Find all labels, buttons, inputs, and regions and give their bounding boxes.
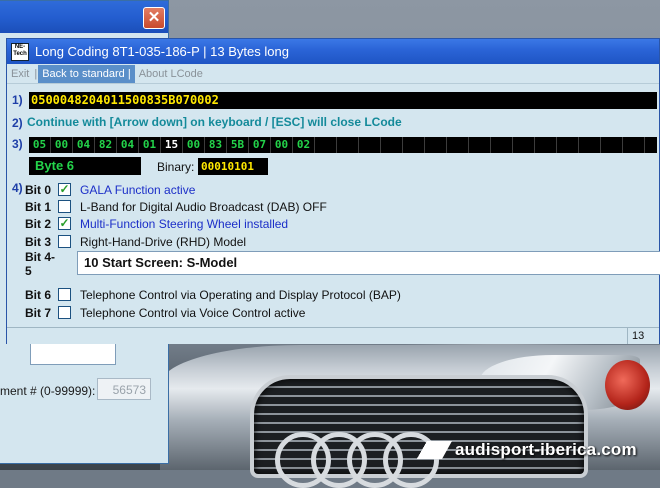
- bit-0-checkbox[interactable]: ✓: [58, 183, 71, 196]
- byte-cell[interactable]: 00: [271, 137, 293, 153]
- status-byte-count: 13: [627, 328, 659, 344]
- byte-cell-empty: [513, 137, 535, 153]
- car-light: [605, 360, 650, 410]
- bit-label: Bit 3: [25, 234, 52, 249]
- byte-cell-empty: [315, 137, 337, 153]
- step-4-label: 4): [12, 181, 23, 195]
- byte-cell[interactable]: 83: [205, 137, 227, 153]
- byte-cell[interactable]: 15: [161, 137, 183, 153]
- background-input-field[interactable]: [30, 343, 116, 365]
- bit-6-checkbox[interactable]: [58, 288, 71, 301]
- byte-cell-empty: [601, 137, 623, 153]
- byte-cell-empty: [579, 137, 601, 153]
- byte-cell-empty: [557, 137, 579, 153]
- byte-cell-empty: [359, 137, 381, 153]
- bit-3-description: Right-Hand-Drive (RHD) Model: [80, 234, 247, 249]
- menu-back-to-standard-label: Back to standard: [42, 68, 125, 80]
- byte-cell-empty: [425, 137, 447, 153]
- step-1-label: 1): [12, 93, 23, 107]
- bit-label: Bit 0: [25, 182, 52, 197]
- bit-label: Bit 4-5: [25, 249, 55, 278]
- menu-separator: |: [127, 68, 131, 80]
- byte-cell[interactable]: 5B: [227, 137, 249, 153]
- instruction-text: Continue with [Arrow down] on keyboard /…: [27, 115, 402, 129]
- byte-cell[interactable]: 05: [29, 137, 51, 153]
- bit-0-description: GALA Function active: [80, 182, 196, 197]
- byte-cell[interactable]: 07: [249, 137, 271, 153]
- menu-bar: Exit | Back to standard | About LCode: [7, 65, 659, 84]
- byte-selector-row: 05 00 04 82 04 01 15 00 83 5B 07 00 02: [29, 137, 657, 153]
- byte-cell-empty: [623, 137, 645, 153]
- watermark-logo-icon: [412, 441, 452, 459]
- bit-label: Bit 2: [25, 216, 52, 231]
- status-bar: 13: [7, 327, 659, 344]
- binary-label: Binary:: [157, 160, 195, 174]
- byte-cell[interactable]: 82: [95, 137, 117, 153]
- byte-cell[interactable]: 00: [51, 137, 73, 153]
- bit-label: Bit 7: [25, 305, 52, 320]
- watermark: audisport-iberica.com: [412, 436, 660, 464]
- segment-number-input[interactable]: 56573: [97, 378, 151, 400]
- bit-1-checkbox[interactable]: [58, 200, 71, 213]
- bit-3-checkbox[interactable]: [58, 235, 71, 248]
- bit-4-5-select[interactable]: 10 Start Screen: S-Model: [77, 251, 660, 275]
- close-icon[interactable]: ✕: [143, 7, 165, 29]
- bit-7-description: Telephone Control via Voice Control acti…: [80, 305, 306, 320]
- byte-cell-empty: [337, 137, 359, 153]
- byte-cell-empty: [381, 137, 403, 153]
- byte-cell[interactable]: 04: [73, 137, 95, 153]
- coding-string-field[interactable]: 0500048204011500835B070002: [29, 92, 657, 109]
- bit-2-description: Multi-Function Steering Wheel installed: [80, 216, 289, 231]
- menu-about-lcode[interactable]: About LCode: [135, 65, 207, 83]
- window-titlebar[interactable]: NE-Tech Long Coding 8T1-035-186-P | 13 B…: [7, 39, 659, 64]
- menu-back-to-standard[interactable]: Back to standard |: [38, 65, 135, 83]
- bit-2-checkbox[interactable]: ✓: [58, 217, 71, 230]
- binary-value: 00010101: [198, 158, 268, 175]
- byte-cell-empty: [491, 137, 513, 153]
- byte-cell-empty: [403, 137, 425, 153]
- watermark-text: audisport-iberica.com: [455, 440, 637, 459]
- byte-cell-empty: [447, 137, 469, 153]
- bit-6-description: Telephone Control via Operating and Disp…: [80, 287, 401, 302]
- bit-label: Bit 6: [25, 287, 52, 302]
- window-title: Long Coding 8T1-035-186-P | 13 Bytes lon…: [35, 44, 289, 59]
- step-3-label: 3): [12, 137, 23, 151]
- step-2-label: 2): [12, 116, 23, 130]
- byte-cell[interactable]: 04: [117, 137, 139, 153]
- bit-1-description: L-Band for Digital Audio Broadcast (DAB)…: [80, 199, 327, 214]
- app-logo-icon: NE-Tech: [11, 42, 29, 61]
- byte-cell[interactable]: 01: [139, 137, 161, 153]
- byte-cell-empty: [535, 137, 557, 153]
- menu-exit[interactable]: Exit: [7, 65, 33, 83]
- selected-byte-label: Byte 6: [29, 157, 141, 175]
- long-coding-window: NE-Tech Long Coding 8T1-035-186-P | 13 B…: [6, 38, 660, 344]
- byte-cell-empty: [469, 137, 491, 153]
- segment-number-label: ment # (0-99999):: [0, 384, 96, 398]
- byte-cell[interactable]: 00: [183, 137, 205, 153]
- byte-cell[interactable]: 02: [293, 137, 315, 153]
- bit-label: Bit 1: [25, 199, 52, 214]
- bit-7-checkbox[interactable]: [58, 306, 71, 319]
